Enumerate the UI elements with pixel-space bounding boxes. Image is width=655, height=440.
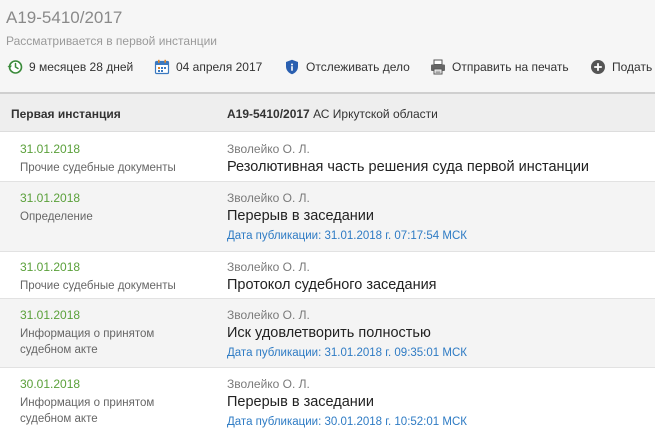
document-row[interactable]: 31.01.2018 Прочие судебные документы Зво… [0, 252, 655, 299]
print-button[interactable]: Отправить на печать [430, 58, 569, 76]
submit-document-button[interactable]: Подать [590, 58, 652, 76]
instance-header[interactable]: Первая инстанция А19-5410/2017 АС Иркутс… [0, 92, 655, 132]
publication-date-link[interactable]: Дата публикации: 31.01.2018 г. 09:35:01 … [227, 347, 467, 359]
case-duration: 9 месяцев 28 дней [7, 58, 133, 76]
document-type: Информация о принятом судебном акте [20, 328, 155, 356]
document-description[interactable]: Резолютивная часть решения суда первой и… [227, 159, 589, 175]
document-description[interactable]: Перерыв в заседании [227, 394, 374, 410]
document-judge: Зволейко О. Л. [227, 260, 310, 274]
print-label: Отправить на печать [452, 60, 569, 74]
plus-circle-icon [590, 59, 606, 75]
instance-case-number: А19-5410/2017 [227, 107, 310, 121]
document-description[interactable]: Протокол судебного заседания [227, 277, 437, 293]
submit-document-label: Подать [612, 60, 653, 74]
printer-icon [430, 59, 446, 75]
instance-court: А19-5410/2017 АС Иркутской области [227, 107, 438, 121]
track-case-button[interactable]: Отслеживать дело [284, 58, 410, 76]
document-judge: Зволейко О. Л. [227, 142, 310, 156]
document-type: Информация о принятом судебном акте [20, 397, 155, 425]
instance-court-name: АС Иркутской области [309, 107, 438, 121]
publication-date-link[interactable]: Дата публикации: 31.01.2018 г. 07:17:54 … [227, 230, 467, 242]
document-date: 31.01.2018 [20, 260, 81, 274]
case-header: А19-5410/2017 Рассматривается в первой и… [0, 0, 655, 92]
document-type: Прочие судебные документы [20, 280, 176, 292]
case-duration-label: 9 месяцев 28 дней [29, 60, 134, 74]
calendar-icon [154, 59, 170, 75]
document-date: 30.01.2018 [20, 377, 81, 391]
document-row[interactable]: 31.01.2018 Прочие судебные документы Зво… [0, 133, 655, 182]
case-start-date-label: 04 апреля 2017 [176, 60, 263, 74]
document-judge: Зволейко О. Л. [227, 308, 310, 322]
track-case-label: Отслеживать дело [306, 60, 410, 74]
document-date: 31.01.2018 [20, 308, 81, 322]
document-judge: Зволейко О. Л. [227, 191, 310, 205]
document-description[interactable]: Перерыв в заседании [227, 208, 374, 224]
shield-icon [284, 59, 300, 75]
case-number: А19-5410/2017 [6, 8, 123, 27]
instance-title: Первая инстанция [11, 107, 121, 121]
document-row[interactable]: 31.01.2018 Определение Зволейко О. Л. Пе… [0, 182, 655, 252]
case-status: Рассматривается в первой инстанции [6, 34, 217, 48]
document-judge: Зволейко О. Л. [227, 377, 310, 391]
case-start-date: 04 апреля 2017 [154, 58, 262, 76]
publication-date-link[interactable]: Дата публикации: 30.01.2018 г. 10:52:01 … [227, 416, 467, 428]
document-row[interactable]: 30.01.2018 Информация о принятом судебно… [0, 368, 655, 440]
document-date: 31.01.2018 [20, 142, 81, 156]
document-date: 31.01.2018 [20, 191, 81, 205]
document-type: Определение [20, 211, 93, 223]
document-row[interactable]: 31.01.2018 Информация о принятом судебно… [0, 299, 655, 368]
document-type: Прочие судебные документы [20, 162, 176, 174]
clock-back-icon [7, 59, 23, 75]
document-description[interactable]: Иск удовлетворить полностью [227, 325, 431, 341]
